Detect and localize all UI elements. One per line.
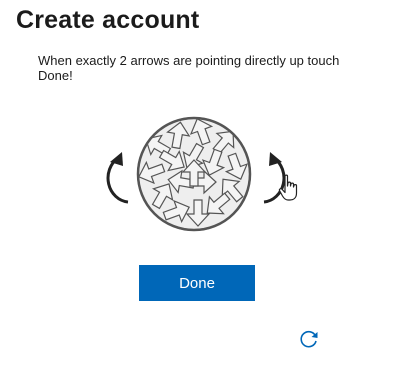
page-title: Create account bbox=[16, 6, 200, 34]
rotate-counterclockwise-icon[interactable] bbox=[106, 152, 134, 204]
refresh-icon[interactable] bbox=[298, 328, 320, 350]
done-button[interactable]: Done bbox=[139, 265, 255, 301]
puzzle-instructions: When exactly 2 arrows are pointing direc… bbox=[38, 53, 340, 83]
hand-cursor-icon bbox=[278, 174, 298, 201]
arrow-puzzle bbox=[100, 112, 300, 232]
arrow-circle-puzzle-image bbox=[136, 116, 252, 232]
